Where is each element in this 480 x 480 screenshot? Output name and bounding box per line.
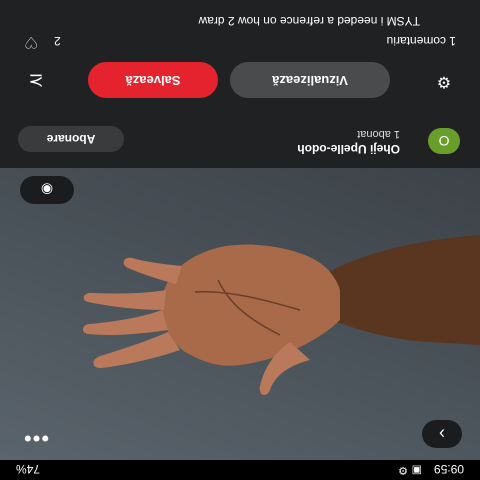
avatar[interactable]: O: [428, 128, 460, 154]
app-screen: 09:59 ▣ ⚙ 74% › ••• ◉ Abonare Oheji Upel…: [0, 0, 480, 480]
comments-section: ♡ 2 1 comentariu TYSM i needed a refrenc…: [0, 0, 480, 52]
status-battery: 74%: [16, 462, 41, 476]
status-time: 09:59: [433, 462, 464, 476]
likes-count: 2: [54, 34, 61, 48]
status-bar: 09:59 ▣ ⚙ 74%: [0, 460, 480, 480]
lens-icon: ◉: [40, 182, 54, 198]
comment-text: TYSM i needed a refrence on how 2 draw: [198, 14, 420, 28]
more-options-button[interactable]: •••: [16, 420, 56, 451]
heart-icon[interactable]: ♡: [24, 32, 38, 52]
hand-photo: [82, 235, 480, 395]
gear-button[interactable]: ⚙: [428, 68, 460, 94]
subscribe-button[interactable]: Abonare: [18, 126, 124, 152]
share-button[interactable]: ⪰: [20, 68, 52, 94]
visual-search-button[interactable]: ◉: [20, 176, 74, 204]
settings-icon: ⚙: [398, 464, 408, 476]
creator-name[interactable]: Oheji Upelle-odoh: [297, 142, 400, 156]
save-button[interactable]: Salvează: [88, 62, 218, 98]
creator-row: Abonare Oheji Upelle-odoh 1 abonat O: [0, 108, 480, 168]
creator-subscribers: 1 abonat: [357, 128, 400, 140]
pin-image[interactable]: › ••• ◉: [0, 168, 480, 460]
comments-count[interactable]: 1 comentariu: [387, 34, 456, 48]
next-button[interactable]: ›: [422, 420, 462, 448]
view-button[interactable]: Vizualizează: [230, 62, 390, 98]
more-dots-icon: •••: [22, 426, 50, 451]
chevron-right-icon: ›: [439, 424, 445, 444]
gear-icon: ⚙: [436, 73, 452, 90]
media-icon: ▣: [411, 464, 422, 476]
share-icon: ⪰: [28, 71, 44, 91]
action-bar: ⪰ Salvează Vizualizează ⚙: [0, 52, 480, 108]
